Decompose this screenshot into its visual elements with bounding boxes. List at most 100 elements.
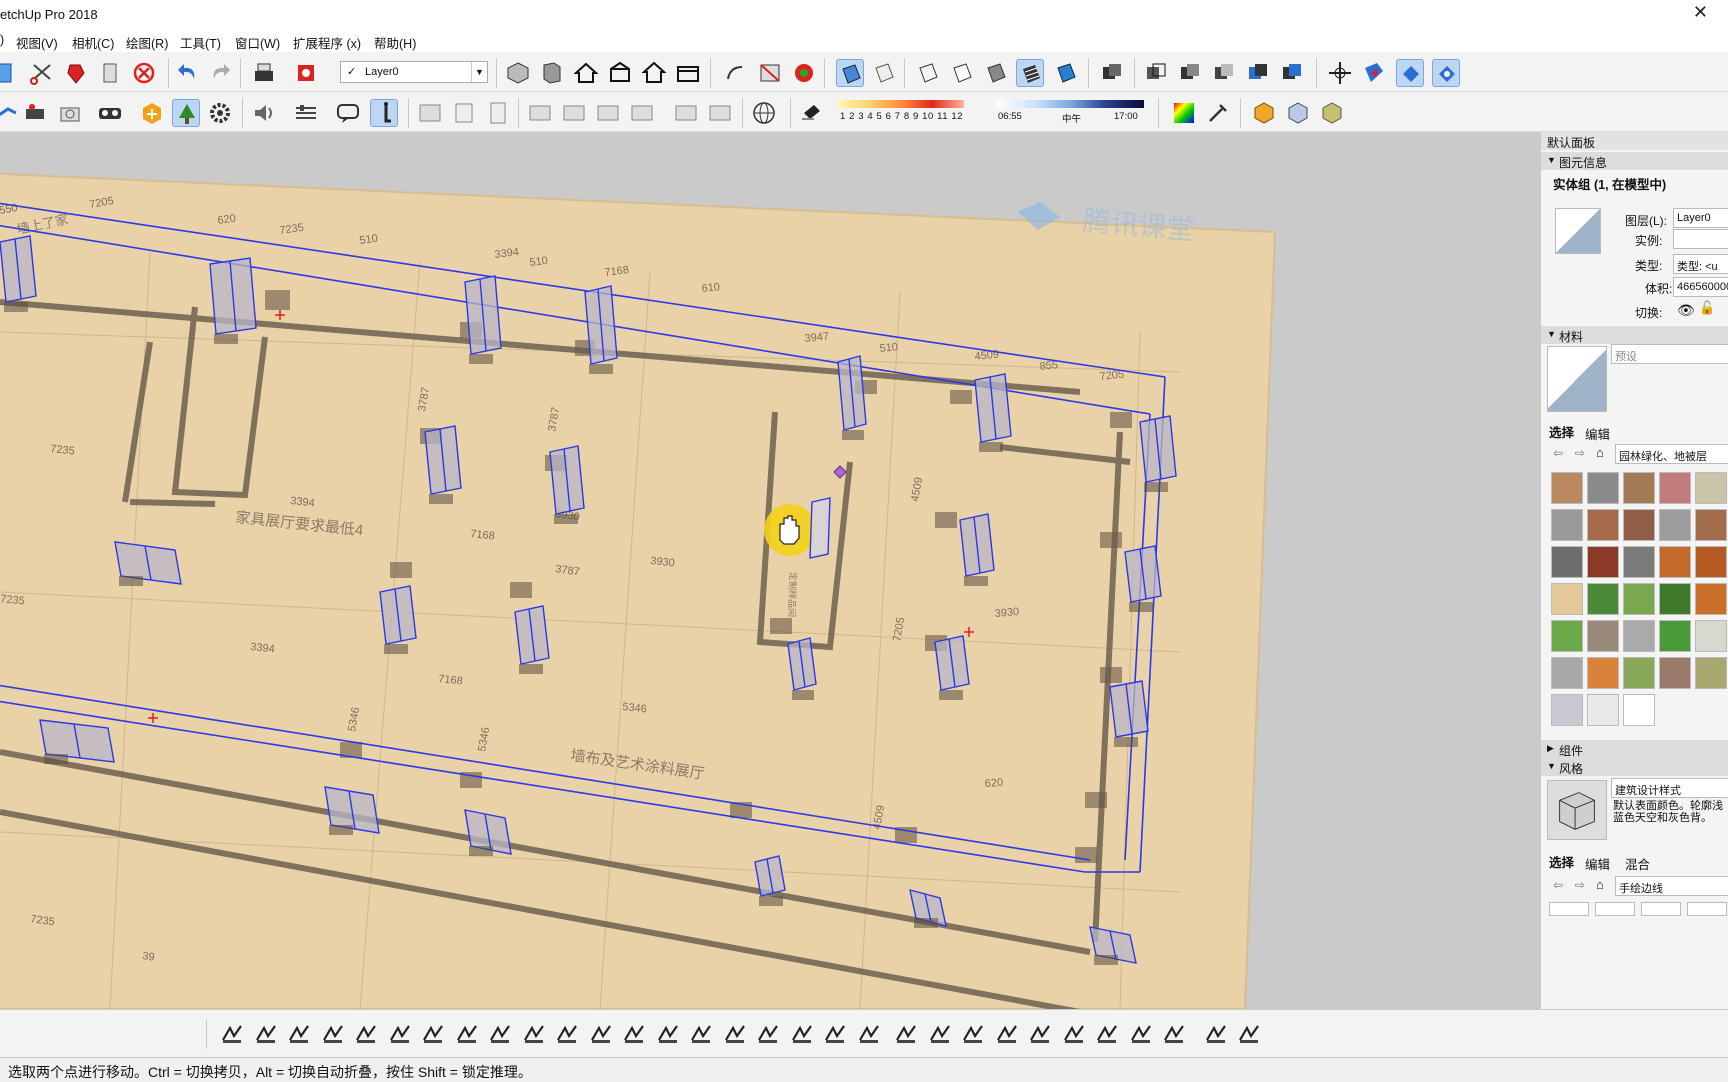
material-swatch[interactable] bbox=[1659, 657, 1691, 689]
view-c-icon[interactable] bbox=[594, 99, 622, 127]
solid-trim-icon[interactable] bbox=[1210, 59, 1238, 87]
book-icon[interactable] bbox=[1093, 1020, 1121, 1048]
front-view-icon[interactable] bbox=[572, 59, 600, 87]
material-swatch[interactable] bbox=[1551, 472, 1583, 504]
reset-icon[interactable] bbox=[1235, 1020, 1263, 1048]
walk-icon[interactable] bbox=[0, 99, 20, 127]
chevron-down-icon[interactable]: ▼ bbox=[471, 62, 487, 82]
move-axes-icon[interactable] bbox=[1326, 59, 1354, 87]
material-swatch[interactable] bbox=[1551, 509, 1583, 541]
close-icon[interactable]: ✕ bbox=[1693, 2, 1708, 23]
styles-forward-icon[interactable]: ⇨ bbox=[1575, 878, 1585, 892]
material-swatch[interactable] bbox=[1587, 472, 1619, 504]
top-view-icon[interactable] bbox=[538, 59, 566, 87]
material-swatch[interactable] bbox=[1551, 657, 1583, 689]
materials-header[interactable]: ▼ 材料 bbox=[1541, 326, 1728, 344]
material-box-3-icon[interactable] bbox=[1318, 99, 1346, 127]
material-swatch[interactable] bbox=[1659, 620, 1691, 652]
warehouse-icon[interactable] bbox=[1396, 59, 1424, 87]
material-swatch[interactable] bbox=[1587, 620, 1619, 652]
layer-select[interactable]: ✓ Layer0 ▼ bbox=[340, 61, 488, 83]
camera-icon[interactable] bbox=[56, 99, 84, 127]
material-swatch[interactable] bbox=[1659, 583, 1691, 615]
print-icon[interactable] bbox=[250, 59, 278, 87]
material-swatch[interactable] bbox=[1587, 657, 1619, 689]
view-b-icon[interactable] bbox=[560, 99, 588, 127]
material-swatch[interactable] bbox=[1695, 620, 1727, 652]
ramp-icon[interactable] bbox=[285, 1020, 313, 1048]
shadow-time-slider[interactable]: 06:55 中午 17:00 bbox=[996, 98, 1144, 126]
material-library-select[interactable]: 园林绿化、地被层 bbox=[1615, 444, 1728, 464]
styles-tab-mix[interactable]: 混合 bbox=[1625, 854, 1650, 873]
material-name-field[interactable]: 预设 bbox=[1611, 344, 1728, 364]
paste-icon[interactable] bbox=[96, 59, 124, 87]
material-swatch[interactable] bbox=[1659, 546, 1691, 578]
solid-union-icon[interactable] bbox=[1142, 59, 1170, 87]
swirl-icon[interactable] bbox=[892, 1020, 920, 1048]
material-swatch[interactable] bbox=[1659, 472, 1691, 504]
left-view-icon[interactable] bbox=[674, 59, 702, 87]
brush-icon[interactable] bbox=[1160, 1020, 1188, 1048]
menu-extensions[interactable]: 扩展程序 (x) bbox=[293, 33, 361, 52]
materials-tab-select[interactable]: 选择 bbox=[1549, 422, 1574, 441]
style-thumb-2[interactable] bbox=[1595, 902, 1635, 916]
menu-file[interactable]: ) bbox=[0, 33, 4, 47]
menu-view[interactable]: 视图(V) bbox=[16, 33, 58, 52]
sandbox-icon[interactable] bbox=[1360, 59, 1388, 87]
material-swatch[interactable] bbox=[1623, 509, 1655, 541]
select-icon[interactable] bbox=[0, 59, 18, 87]
section-icon[interactable] bbox=[756, 59, 784, 87]
instance-field[interactable] bbox=[1673, 229, 1728, 249]
hidden-line-icon[interactable] bbox=[948, 59, 976, 87]
curve-icon[interactable] bbox=[520, 1020, 548, 1048]
box-icon[interactable] bbox=[721, 1020, 749, 1048]
stack-icon[interactable] bbox=[687, 1020, 715, 1048]
arch-icon[interactable] bbox=[788, 1020, 816, 1048]
material-swatch[interactable] bbox=[1623, 620, 1655, 652]
arrow-icon[interactable] bbox=[1127, 1020, 1155, 1048]
view-f-icon[interactable] bbox=[706, 99, 734, 127]
styles-tab-edit[interactable]: 编辑 bbox=[1585, 854, 1610, 873]
redo-icon[interactable] bbox=[206, 59, 234, 87]
copy-icon[interactable] bbox=[62, 59, 90, 87]
material-box-2-icon[interactable] bbox=[1284, 99, 1312, 127]
speaker-icon[interactable] bbox=[250, 99, 278, 127]
material-swatch[interactable] bbox=[1659, 509, 1691, 541]
material-swatch[interactable] bbox=[1587, 583, 1619, 615]
vr-headset-icon[interactable] bbox=[96, 99, 124, 127]
style-thumb-3[interactable] bbox=[1641, 902, 1681, 916]
column-icon[interactable] bbox=[993, 1020, 1021, 1048]
material-swatch[interactable] bbox=[1695, 509, 1727, 541]
material-swatch[interactable] bbox=[1587, 546, 1619, 578]
section-fill-icon[interactable] bbox=[790, 59, 818, 87]
sliders-icon[interactable] bbox=[292, 99, 320, 127]
tree-icon[interactable] bbox=[172, 99, 200, 127]
orbit-icon[interactable] bbox=[722, 59, 750, 87]
menu-camera[interactable]: 相机(C) bbox=[72, 33, 114, 52]
globe-icon[interactable] bbox=[750, 99, 778, 127]
cut-icon[interactable] bbox=[926, 1020, 954, 1048]
erase-delete-icon[interactable] bbox=[130, 59, 158, 87]
material-swatch[interactable] bbox=[1623, 694, 1655, 726]
undo-icon[interactable] bbox=[174, 59, 202, 87]
home-icon[interactable]: ⌂ bbox=[1596, 445, 1604, 460]
model-info-icon[interactable] bbox=[292, 59, 320, 87]
styles-tab-select[interactable]: 选择 bbox=[1549, 852, 1574, 871]
fullscreen-icon[interactable] bbox=[1202, 1020, 1230, 1048]
menu-tools[interactable]: 工具(T) bbox=[180, 33, 221, 52]
shaded-style-icon[interactable] bbox=[836, 59, 864, 87]
layer-field[interactable]: Layer0 bbox=[1673, 208, 1728, 228]
styles-back-icon[interactable]: ⇦ bbox=[1553, 878, 1563, 892]
scene-icon[interactable] bbox=[416, 99, 444, 127]
forward-arrow-icon[interactable]: ⇨ bbox=[1575, 446, 1585, 460]
material-swatch[interactable] bbox=[1623, 546, 1655, 578]
material-swatch[interactable] bbox=[1587, 694, 1619, 726]
style-name-field[interactable]: 建筑设计样式 bbox=[1611, 778, 1728, 798]
view-a-icon[interactable] bbox=[526, 99, 554, 127]
monochrome-icon[interactable] bbox=[1052, 59, 1080, 87]
material-swatch[interactable] bbox=[1695, 657, 1727, 689]
arc-icon[interactable] bbox=[419, 1020, 447, 1048]
material-swatch[interactable] bbox=[1623, 657, 1655, 689]
add-location-icon[interactable] bbox=[138, 99, 166, 127]
shaded-icon[interactable] bbox=[982, 59, 1010, 87]
